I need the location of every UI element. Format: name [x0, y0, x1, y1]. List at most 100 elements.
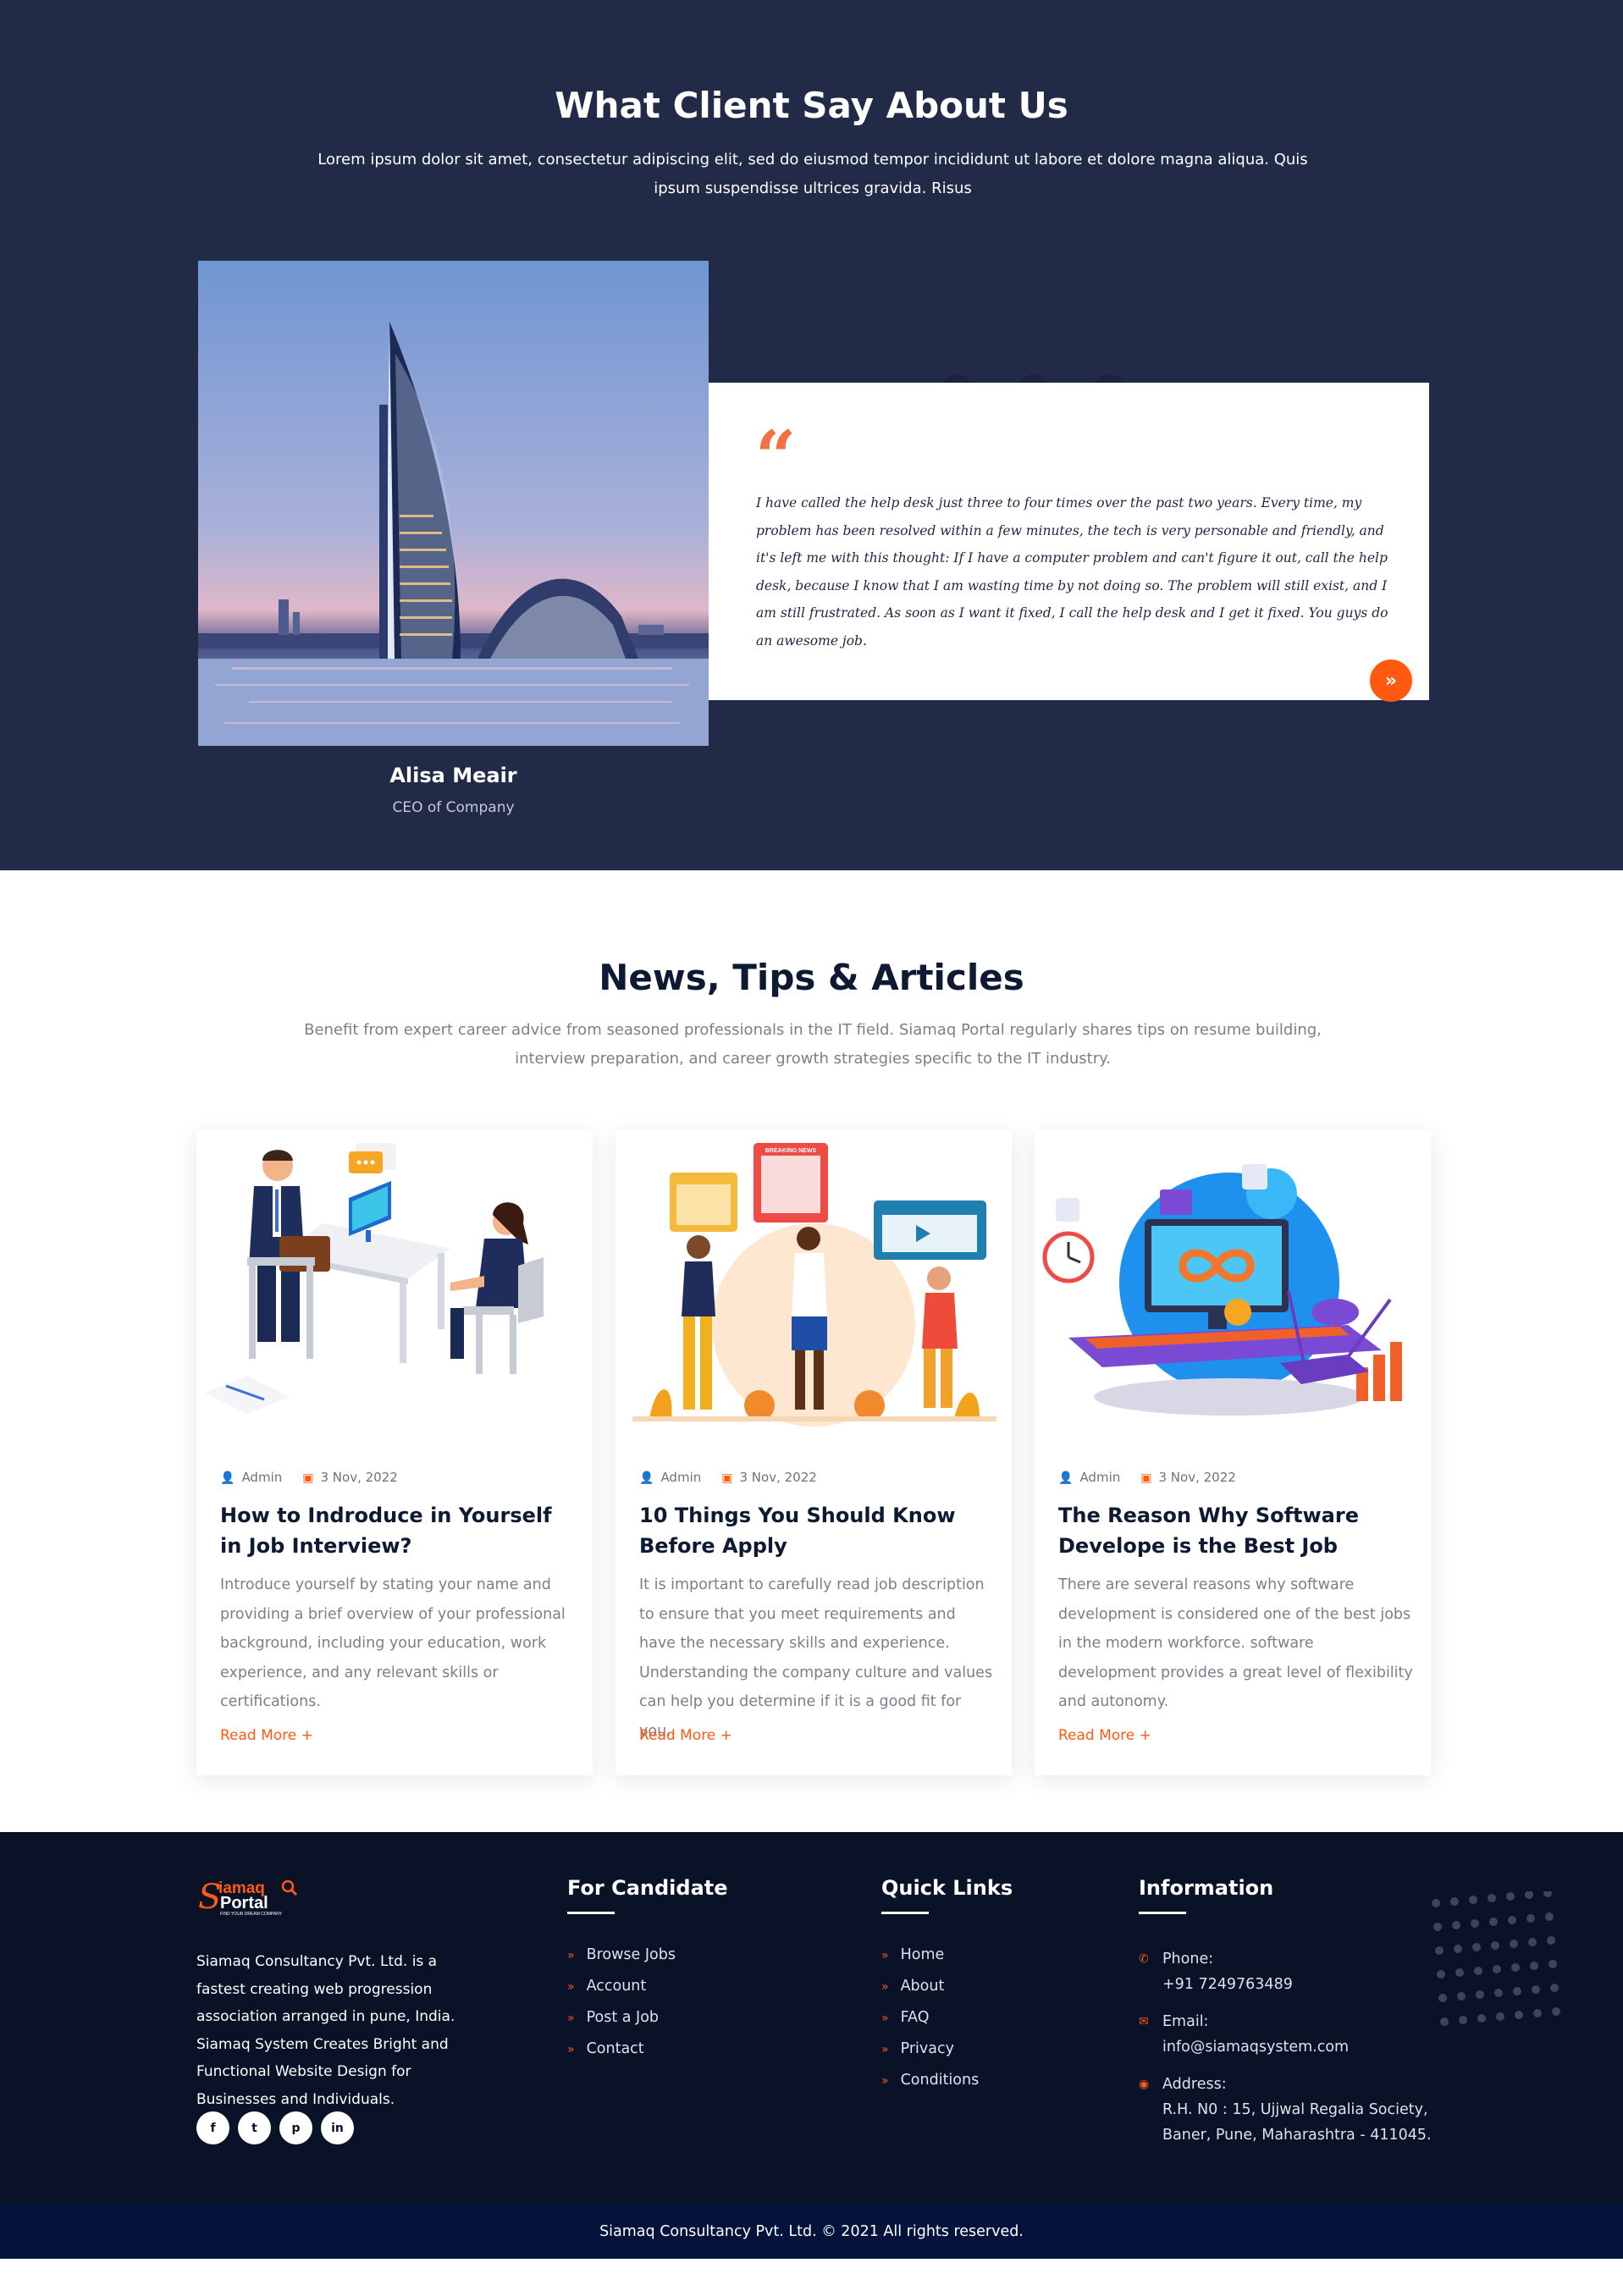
chevron-right-icon: »	[881, 1980, 889, 1994]
news-title: News, Tips & Articles	[599, 957, 1024, 998]
news-subtitle: Benefit from expert career advice from s…	[304, 1021, 1322, 1068]
quote-icon: “	[755, 415, 797, 499]
chevron-right-icon: »	[881, 1949, 889, 1962]
article-excerpt: Introduce yourself by stating your name …	[220, 1576, 566, 1710]
article-author: Admin	[241, 1470, 283, 1485]
footer-link-browse-jobs[interactable]: » Browse Jobs	[567, 1940, 728, 1971]
email-label: Email:	[1162, 2013, 1209, 2030]
chevron-right-icon: »	[881, 2043, 889, 2056]
date-meta: ▣ 3 Nov, 2022	[302, 1470, 398, 1485]
phone-number[interactable]: +91 7249763489	[1162, 1972, 1432, 1997]
article-card[interactable]: 👤 Admin ▣ 3 Nov, 2022 How to Indroduce in …	[196, 1130, 593, 1775]
footer-link-conditions[interactable]: » Conditions	[881, 2065, 1013, 2096]
article-author: Admin	[1079, 1470, 1121, 1485]
logo-mark: S iamaq Portal FIND YOUR DREAM COMPANY	[198, 1878, 298, 1917]
pinterest-icon[interactable]: p	[279, 2111, 312, 2144]
linkedin-icon[interactable]: in	[321, 2111, 354, 2144]
quick-links-title: Quick Links	[881, 1876, 1013, 1900]
copyright-text: Siamaq Consultancy Pvt. Ltd. © 2021 All …	[599, 2223, 1024, 2240]
article-title[interactable]: How to Indroduce in Yourself in Job Inte…	[220, 1500, 576, 1561]
location-pin-icon: ◉	[1139, 2078, 1150, 2091]
heading-underline	[567, 1912, 615, 1914]
information-column: Information	[1139, 1876, 1273, 1914]
phone-icon: ✆	[1139, 1952, 1149, 1966]
for-candidate-title: For Candidate	[567, 1876, 728, 1900]
article-card[interactable]: BREAKING NEWS 👤 Admin ▣ 3 Nov, 2022 10 T…	[616, 1130, 1012, 1775]
testimonials-subtitle: Lorem ipsum dolor sit amet, consectetur …	[317, 151, 1308, 197]
copyright-bar: Siamaq Consultancy Pvt. Ltd. © 2021 All …	[0, 2205, 1623, 2259]
date-meta: ▣ 3 Nov, 2022	[1140, 1470, 1236, 1485]
address-label: Address:	[1162, 2076, 1227, 2093]
double-chevron-right-icon: »	[1384, 670, 1398, 692]
site-footer: S iamaq Portal FIND YOUR DREAM COMPANY S…	[0, 1832, 1623, 2205]
svg-text:Portal: Portal	[220, 1894, 268, 1912]
quick-links-column: Quick Links » Home » About » FAQ » Privacy »…	[881, 1876, 1013, 2096]
testimonial-quote: I have called the help desk just three t…	[756, 495, 1388, 649]
calendar-icon: ▣	[1140, 1471, 1152, 1485]
svg-text:FIND YOUR DREAM COMPANY: FIND YOUR DREAM COMPANY	[220, 1912, 283, 1917]
siamaq-portal-logo[interactable]: S iamaq Portal FIND YOUR DREAM COMPANY	[196, 1874, 315, 1917]
footer-link-faq[interactable]: » FAQ	[881, 2002, 1013, 2034]
burj-al-arab-image	[198, 261, 709, 746]
user-icon: 👤	[1058, 1471, 1074, 1485]
date-meta: ▣ 3 Nov, 2022	[721, 1470, 817, 1485]
footer-link-privacy[interactable]: » Privacy	[881, 2034, 1013, 2065]
address-line-1: R.H. N0 : 15, Ujjwal Regalia Society,	[1162, 2101, 1428, 2118]
chevron-right-icon: »	[567, 2012, 575, 2025]
testimonial-author-role: CEO of Company	[392, 799, 515, 816]
footer-link-contact[interactable]: » Contact	[567, 2034, 728, 2065]
facebook-icon[interactable]: f	[196, 2111, 229, 2144]
author-meta: 👤 Admin	[639, 1470, 701, 1485]
phone-label: Phone:	[1162, 1951, 1214, 1968]
client-photo	[198, 261, 709, 746]
for-candidate-column: For Candidate » Browse Jobs » Account » Pos…	[567, 1876, 728, 2065]
email-info: ✉ Email: info@siamaqsystem.com	[1139, 2009, 1432, 2060]
article-date: 3 Nov, 2022	[320, 1470, 398, 1485]
article-image-interview[interactable]	[196, 1130, 593, 1435]
article-date: 3 Nov, 2022	[1158, 1470, 1236, 1485]
read-more-link[interactable]: Read More +	[220, 1727, 313, 1744]
article-title[interactable]: The Reason Why Software Develope is the …	[1058, 1500, 1414, 1561]
user-icon: 👤	[220, 1471, 235, 1485]
article-title[interactable]: 10 Things You Should Know Before Apply	[639, 1500, 995, 1561]
footer-link-post-a-job[interactable]: » Post a Job	[567, 2002, 728, 2034]
testimonials-title: What Client Say About Us	[555, 85, 1068, 126]
social-links: f t p in	[196, 2111, 354, 2144]
software-development-illustration	[1042, 1164, 1402, 1416]
envelope-icon: ✉	[1139, 2015, 1149, 2028]
article-date: 3 Nov, 2022	[739, 1470, 817, 1485]
footer-link-about[interactable]: » About	[881, 1971, 1013, 2002]
contact-info: ✆ Phone: +91 7249763489 ✉ Email: info@si…	[1139, 1946, 1432, 2160]
chevron-right-icon: »	[881, 2074, 889, 2088]
footer-link-account[interactable]: » Account	[567, 1971, 728, 2002]
testimonial-card: “ I have called the help desk just three…	[709, 383, 1429, 702]
author-meta: 👤 Admin	[220, 1470, 282, 1485]
article-image-news[interactable]: BREAKING NEWS	[616, 1130, 1012, 1435]
twitter-icon[interactable]: t	[238, 2111, 271, 2144]
article-card[interactable]: 👤 Admin ▣ 3 Nov, 2022 The Reason Why Softw…	[1035, 1130, 1431, 1775]
next-testimonial-button[interactable]: »	[1370, 660, 1412, 702]
read-more-link[interactable]: Read More +	[639, 1727, 732, 1744]
calendar-icon: ▣	[302, 1471, 314, 1485]
chevron-right-icon: »	[567, 2043, 575, 2056]
article-meta: 👤 Admin ▣ 3 Nov, 2022	[639, 1470, 817, 1485]
article-image-software[interactable]	[1035, 1130, 1431, 1435]
article-author: Admin	[660, 1470, 702, 1485]
address-info: ◉ Address: R.H. N0 : 15, Ujjwal Regalia …	[1139, 2072, 1432, 2148]
footer-link-home[interactable]: » Home	[881, 1940, 1013, 1971]
chevron-right-icon: »	[567, 1949, 575, 1962]
testimonials-section: What Client Say About Us Lorem ipsum dol…	[0, 0, 1623, 870]
read-more-link[interactable]: Read More +	[1058, 1727, 1151, 1744]
information-title: Information	[1139, 1876, 1274, 1900]
quick-links-list: » Home » About » FAQ » Privacy » Conditions	[881, 1940, 1013, 2096]
breaking-news-label: BREAKING NEWS	[765, 1148, 817, 1154]
interview-illustration	[205, 1143, 544, 1414]
for-candidate-links: » Browse Jobs » Account » Post a Job » Conta…	[567, 1940, 728, 2065]
testimonial-author-name: Alisa Meair	[389, 764, 517, 787]
heading-underline	[881, 1912, 929, 1914]
email-address[interactable]: info@siamaqsystem.com	[1162, 2034, 1432, 2060]
article-excerpt: It is important to carefully read job de…	[639, 1576, 993, 1740]
address-line-2: Baner, Pune, Maharashtra - 411045.	[1162, 2127, 1432, 2144]
article-excerpt: There are several reasons why software d…	[1058, 1576, 1413, 1710]
footer-about-text: Siamaq Consultancy Pvt. Ltd. is a fastes…	[196, 1953, 455, 2108]
